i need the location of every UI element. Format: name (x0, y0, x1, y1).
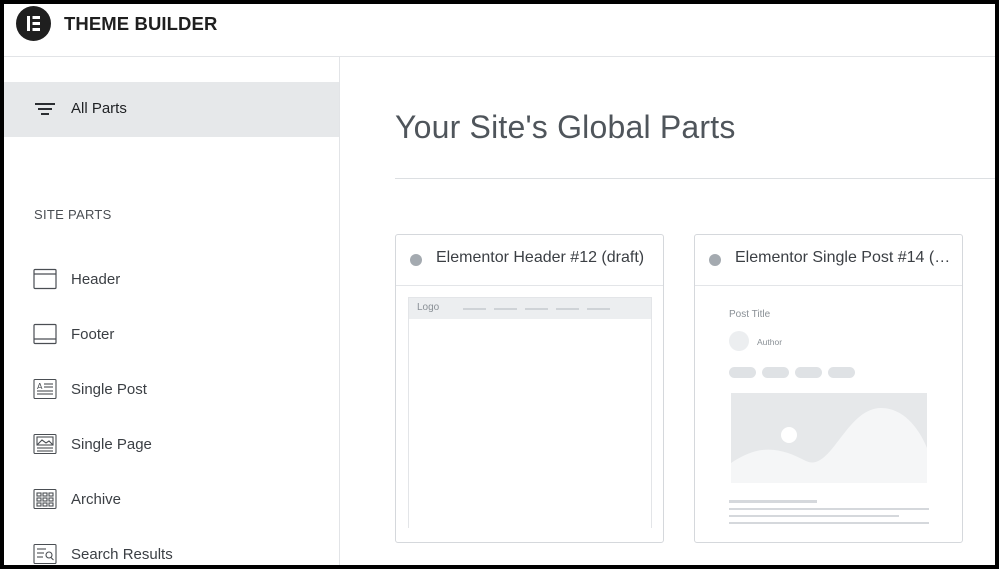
mock-tag-pill (795, 367, 822, 378)
page-title: Your Site's Global Parts (395, 109, 736, 145)
sidebar-item-all-parts[interactable]: All Parts (4, 82, 339, 137)
template-card-single-post[interactable]: Elementor Single Post #14 (draft) Post T… (694, 234, 963, 543)
header-layout-icon (33, 268, 57, 295)
search-results-icon (33, 543, 57, 565)
sidebar-item-footer[interactable]: Footer (4, 315, 339, 355)
sidebar-item-single-page[interactable]: Single Page (4, 425, 339, 465)
mock-tag-pill (762, 367, 789, 378)
sidebar-item-archive[interactable]: Archive (4, 480, 339, 520)
card-title[interactable]: Elementor Single Post #14 (draft) (735, 249, 952, 267)
sidebar-item-search-results[interactable]: Search Results (4, 535, 339, 565)
mock-menu-line (587, 308, 610, 310)
card-header: Elementor Header #12 (draft) (396, 235, 663, 286)
site-parts-heading: SITE PARTS (34, 207, 112, 222)
sidebar-item-header[interactable]: Header (4, 260, 339, 300)
card-header: Elementor Single Post #14 (draft) (695, 235, 962, 286)
mock-post-title: Post Title (729, 309, 771, 320)
mock-tag-pill (729, 367, 756, 378)
mock-author-text: Author (757, 337, 783, 347)
single-post-preview-thumbnail[interactable]: Post Title Author (707, 297, 949, 532)
template-card-header[interactable]: Elementor Header #12 (draft) Logo (395, 234, 664, 543)
mock-menu-line (525, 308, 548, 310)
mock-text-line (729, 515, 899, 517)
mock-text-line (729, 500, 817, 503)
sidebar: All Parts SITE PARTS Header Footer A Sin… (4, 57, 340, 565)
top-bar: THEME BUILDER (4, 4, 995, 57)
status-dot-icon (410, 254, 422, 266)
footer-layout-icon (33, 323, 57, 350)
mock-logo-text: Logo (417, 302, 440, 313)
sidebar-item-label: Single Page (71, 436, 152, 453)
single-page-icon (33, 433, 57, 460)
app-window: THEME BUILDER All Parts SITE PARTS Heade… (4, 4, 995, 565)
app-title: THEME BUILDER (64, 13, 218, 34)
archive-grid-icon (33, 488, 57, 515)
mock-tag-pill (828, 367, 855, 378)
sidebar-item-label: Single Post (71, 381, 147, 398)
filter-lines-icon (34, 100, 56, 123)
mock-menu-line (463, 308, 486, 310)
mock-avatar-icon (729, 331, 749, 351)
mock-text-line (729, 522, 929, 524)
sidebar-item-label: Footer (71, 326, 115, 343)
sidebar-item-single-post[interactable]: A Single Post (4, 370, 339, 410)
sidebar-item-label: All Parts (71, 100, 127, 117)
mock-header-bar: Logo (409, 298, 651, 319)
mock-page: Logo (408, 297, 652, 528)
main-content: Your Site's Global Parts Elementor Heade… (340, 57, 995, 565)
sidebar-item-label: Archive (71, 491, 122, 508)
status-dot-icon (709, 254, 721, 266)
sidebar-item-label: Header (71, 271, 121, 288)
mock-text-line (729, 508, 929, 510)
sidebar-item-label: Search Results (71, 546, 173, 563)
card-title[interactable]: Elementor Header #12 (draft) (436, 249, 653, 267)
mock-menu-line (556, 308, 579, 310)
mock-menu-line (494, 308, 517, 310)
elementor-logo-icon (16, 6, 51, 41)
divider (395, 178, 995, 179)
svg-text:A: A (37, 382, 43, 391)
mock-featured-image-icon (731, 393, 927, 483)
single-post-icon: A (33, 378, 57, 405)
